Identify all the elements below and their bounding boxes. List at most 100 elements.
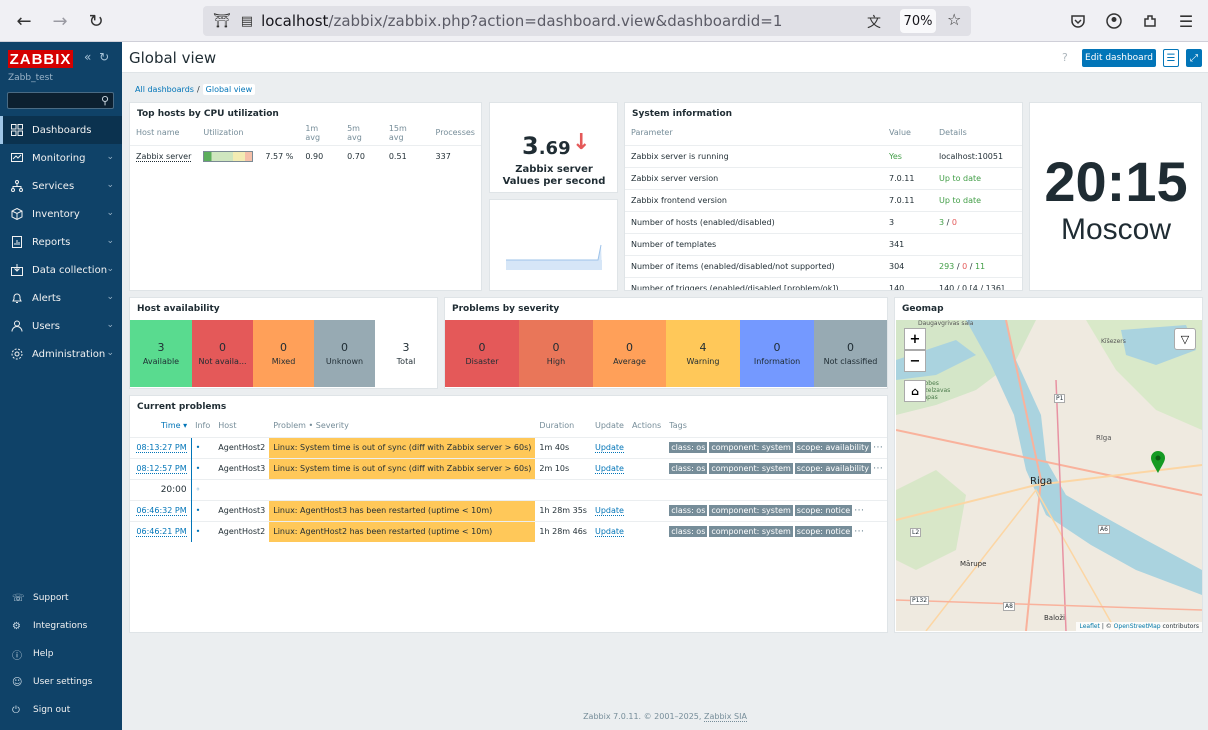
table-row: Number of templates 341 xyxy=(625,232,1022,255)
map-canvas[interactable]: Daugavgrivas sala Kīšezers Dobes Dzelzav… xyxy=(896,320,1202,631)
hide-sidebar-icon[interactable]: ↻ xyxy=(99,50,109,64)
reload-icon[interactable]: ↻ xyxy=(82,7,110,35)
sidebar-item-label: Inventory xyxy=(32,208,80,220)
sidebar-item-sign-out[interactable]: ⏻ Sign out xyxy=(0,696,122,724)
filter-icon[interactable]: ▽ xyxy=(1174,328,1196,350)
zabbix-logo[interactable]: ZABBIX xyxy=(8,50,73,68)
sidebar-item-alerts[interactable]: Alerts ⌄ xyxy=(0,284,122,312)
tag[interactable]: scope: notice xyxy=(794,505,853,516)
update-link[interactable]: Update xyxy=(594,506,624,516)
tile-total[interactable]: 3 Total xyxy=(375,320,437,387)
osm-link[interactable]: OpenStreetMap xyxy=(1114,623,1161,630)
menu-hamburger-icon[interactable]: ☰ xyxy=(1176,11,1196,31)
account-icon[interactable] xyxy=(1104,11,1124,31)
tile-high[interactable]: 0 High xyxy=(519,320,593,387)
tile-count: 0 xyxy=(478,341,486,354)
tag[interactable]: class: os xyxy=(669,526,708,538)
forward-arrow-icon[interactable]: → xyxy=(46,7,74,35)
trend-down-arrow-icon: ↓ xyxy=(572,130,591,155)
problem-name[interactable]: Linux: System time is out of sync (diff … xyxy=(269,436,536,458)
problem-time-link[interactable]: 06:46:21 PM xyxy=(136,527,187,538)
table-header: Host name Utilization 1m avg 5m avg 15m … xyxy=(130,121,481,145)
tag[interactable]: scope: availability xyxy=(794,442,871,453)
sidebar-item-administration[interactable]: Administration ⌄ xyxy=(0,340,122,368)
problem-time-link[interactable]: 06:46:32 PM xyxy=(136,506,187,516)
tag[interactable]: scope: availability xyxy=(794,463,871,474)
sidebar-item-monitoring[interactable]: Monitoring ⌄ xyxy=(0,144,122,172)
tile-not-classified[interactable]: 0 Not classified xyxy=(814,320,887,387)
tile-average[interactable]: 0 Average xyxy=(593,320,666,387)
tag[interactable]: component: system xyxy=(709,526,793,538)
translate-icon[interactable]: 文 xyxy=(867,12,881,32)
more-tags-icon[interactable]: ⋯ xyxy=(854,505,864,516)
map-marker-icon[interactable] xyxy=(1150,450,1166,474)
tile-warning[interactable]: 4 Warning xyxy=(666,320,740,387)
sidebar-item-help[interactable]: ⓘ Help xyxy=(0,640,122,668)
tile-available[interactable]: 3 Available xyxy=(130,320,192,387)
sidebar-item-services[interactable]: Services ⌄ xyxy=(0,172,122,200)
problem-time-link[interactable]: 08:12:57 PM xyxy=(136,464,187,474)
param-cell: Zabbix frontend version xyxy=(625,188,883,211)
tag[interactable]: class: os xyxy=(669,463,708,474)
collapse-sidebar-icon[interactable]: « xyxy=(84,50,91,64)
sidebar-item-support[interactable]: ☏ Support xyxy=(0,584,122,612)
host-link[interactable]: Zabbix server xyxy=(136,151,192,162)
update-link[interactable]: Update xyxy=(594,443,624,453)
tile-not-available[interactable]: 0 Not availa... xyxy=(192,320,253,387)
footer-link[interactable]: Zabbix SIA xyxy=(703,712,747,722)
problem-host[interactable]: AgentHost2 xyxy=(214,436,270,458)
extensions-icon[interactable] xyxy=(1140,11,1160,31)
tag[interactable]: scope: notice xyxy=(794,526,853,538)
more-tags-icon[interactable]: ⋯ xyxy=(873,442,883,453)
tile-information[interactable]: 0 Information xyxy=(740,320,814,387)
sidebar-item-users[interactable]: Users ⌄ xyxy=(0,312,122,340)
tag[interactable]: class: os xyxy=(669,442,708,453)
problem-host[interactable]: AgentHost2 xyxy=(214,520,270,542)
sidebar-item-inventory[interactable]: Inventory ⌄ xyxy=(0,200,122,228)
zoom-out-button[interactable]: − xyxy=(904,350,926,372)
sidebar-item-data-collection[interactable]: Data collection ⌄ xyxy=(0,256,122,284)
sidebar-item-dashboards[interactable]: Dashboards xyxy=(0,116,122,144)
problem-name[interactable]: Linux: AgentHost2 has been restarted (up… xyxy=(269,520,536,542)
sidebar-item-user-settings[interactable]: ☺ User settings xyxy=(0,668,122,696)
sidebar-item-reports[interactable]: Reports ⌄ xyxy=(0,228,122,256)
tile-unknown[interactable]: 0 Unknown xyxy=(314,320,375,387)
zoom-level[interactable]: 70% xyxy=(900,9,936,33)
help-icon[interactable]: ? xyxy=(1062,51,1068,64)
tile-mixed[interactable]: 0 Mixed xyxy=(253,320,314,387)
dashboard-actions-button[interactable]: ☰ xyxy=(1163,49,1179,67)
update-link[interactable]: Update xyxy=(594,527,624,538)
breadcrumb-all-dashboards[interactable]: All dashboards xyxy=(135,85,194,94)
tag[interactable]: component: system xyxy=(709,505,793,516)
kiosk-mode-button[interactable]: ⤢ xyxy=(1186,49,1202,67)
param-cell: Number of items (enabled/disabled/not su… xyxy=(625,254,883,277)
address-bar[interactable]: ⛩ ▤ localhost/zabbix/zabbix.php?action=d… xyxy=(203,6,971,36)
tile-disaster[interactable]: 0 Disaster xyxy=(445,320,519,387)
zoom-in-button[interactable]: + xyxy=(904,328,926,350)
update-link[interactable]: Update xyxy=(594,464,624,474)
column-header-time[interactable]: Time ▾ xyxy=(130,415,191,437)
tag[interactable]: component: system xyxy=(709,463,793,474)
more-tags-icon[interactable]: ⋯ xyxy=(854,526,864,537)
column-header: Actions xyxy=(631,421,662,431)
problem-host[interactable]: AgentHost3 xyxy=(214,499,270,521)
more-tags-icon[interactable]: ⋯ xyxy=(873,463,883,474)
problem-time-link[interactable]: 08:13:27 PM xyxy=(136,443,187,453)
tag[interactable]: component: system xyxy=(709,442,793,453)
tag[interactable]: class: os xyxy=(669,505,708,516)
bookmark-star-icon[interactable]: ☆ xyxy=(947,10,961,29)
monitoring-icon xyxy=(10,151,24,165)
leaflet-link[interactable]: Leaflet xyxy=(1079,623,1099,630)
home-icon[interactable]: ⌂ xyxy=(904,380,926,402)
sidebar-item-integrations[interactable]: ⚙ Integrations xyxy=(0,612,122,640)
problem-name[interactable]: Linux: AgentHost3 has been restarted (up… xyxy=(269,499,536,521)
back-arrow-icon[interactable]: ← xyxy=(10,7,38,35)
breadcrumb-current[interactable]: Global view xyxy=(202,84,256,95)
map-label: Kīšezers xyxy=(1101,338,1126,345)
sidebar-search-input[interactable]: ⚲ xyxy=(7,92,114,109)
search-icon[interactable]: ⚲ xyxy=(101,94,109,107)
problem-host[interactable]: AgentHost3 xyxy=(214,457,270,479)
edit-dashboard-button[interactable]: Edit dashboard xyxy=(1082,49,1156,67)
pocket-icon[interactable] xyxy=(1068,11,1088,31)
problem-name[interactable]: Linux: System time is out of sync (diff … xyxy=(269,457,536,479)
